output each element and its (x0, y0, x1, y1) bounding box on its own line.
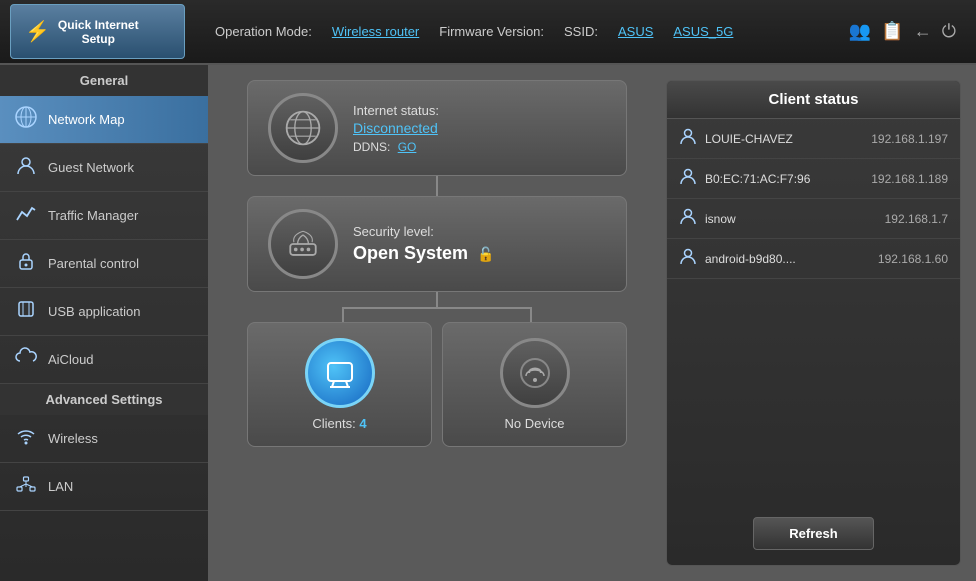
power-icon[interactable]: ⏻ (942, 21, 956, 42)
no-device-label: No Device (505, 416, 565, 431)
quick-setup-icon: ⚡ (25, 19, 50, 44)
refresh-area: Refresh (667, 502, 960, 565)
clients-icon-circle (305, 338, 375, 408)
parental-control-icon (14, 250, 38, 277)
client-avatar-icon (679, 167, 697, 190)
router-card-text: Security level: Open System 🔓 (353, 224, 495, 264)
router-icon-circle (268, 209, 338, 279)
usb-application-icon (14, 298, 38, 325)
sidebar-item-label-usb-application: USB application (48, 304, 141, 319)
internet-status-value[interactable]: Disconnected (353, 120, 438, 136)
topbar-icons: 👥 📋 ← ⏻ (849, 21, 966, 42)
sidebar-item-label-aicloud: AiCloud (48, 352, 94, 367)
client-ip: 192.168.1.7 (885, 212, 948, 226)
operation-mode-label: Operation Mode: (215, 24, 312, 39)
client-name: LOUIE-CHAVEZ (705, 132, 863, 146)
client-avatar-icon (679, 247, 697, 270)
quick-setup-label: Quick InternetSetup (58, 18, 139, 46)
network-diagram: Internet status: Disconnected DDNS: GO (223, 80, 651, 566)
sidebar-item-label-wireless: Wireless (48, 431, 98, 446)
layout: General Network Map Guest Network Traffi… (0, 65, 976, 581)
guest-network-icon (14, 154, 38, 181)
sidebar: General Network Map Guest Network Traffi… (0, 65, 208, 581)
client-status-title: Client status (667, 81, 960, 119)
client-row[interactable]: android-b9d80.... 192.168.1.60 (667, 239, 960, 279)
client-ip: 192.168.1.189 (871, 172, 948, 186)
ddns-line: DDNS: GO (353, 140, 439, 154)
security-level-label: Security level: (353, 224, 495, 239)
sidebar-item-label-guest-network: Guest Network (48, 160, 134, 175)
client-avatar-icon (679, 127, 697, 150)
copy-icon[interactable]: 📋 (881, 21, 903, 42)
internet-status-label: Internet status: (353, 103, 439, 118)
client-name: B0:EC:71:AC:F7:96 (705, 172, 863, 186)
client-name: android-b9d80.... (705, 252, 870, 266)
client-status-panel: Client status LOUIE-CHAVEZ 192.168.1.197… (666, 80, 961, 566)
no-device-icon-circle (500, 338, 570, 408)
sidebar-item-label-network-map: Network Map (48, 112, 125, 127)
sidebar-item-label-parental-control: Parental control (48, 256, 139, 271)
lan-icon (14, 473, 38, 500)
internet-card[interactable]: Internet status: Disconnected DDNS: GO (247, 80, 627, 176)
router-card[interactable]: Security level: Open System 🔓 (247, 196, 627, 292)
internet-icon-circle (268, 93, 338, 163)
internet-card-text: Internet status: Disconnected DDNS: GO (353, 103, 439, 154)
ssid-asus-link[interactable]: ASUS (618, 24, 653, 39)
sidebar-item-usb-application[interactable]: USB application (0, 288, 208, 336)
network-map-icon (14, 106, 38, 133)
connector-top (436, 176, 438, 196)
sidebar-item-label-traffic-manager: Traffic Manager (48, 208, 138, 223)
ssid-label: SSID: (564, 24, 598, 39)
client-ip: 192.168.1.197 (871, 132, 948, 146)
bottom-cards: Clients: 4 No Device (247, 322, 627, 447)
firmware-label: Firmware Version: (439, 24, 544, 39)
aicloud-icon (14, 346, 38, 373)
client-name: isnow (705, 212, 877, 226)
clients-count: 4 (359, 416, 366, 431)
traffic-manager-icon (14, 202, 38, 229)
sidebar-item-wireless[interactable]: Wireless (0, 415, 208, 463)
ssid-5g-link[interactable]: ASUS_5G (673, 24, 733, 39)
client-row[interactable]: B0:EC:71:AC:F7:96 192.168.1.189 (667, 159, 960, 199)
open-system-value: Open System 🔓 (353, 243, 495, 264)
advanced-section-label: Advanced Settings (0, 384, 208, 415)
topbar: ⚡ Quick InternetSetup Operation Mode: Wi… (0, 0, 976, 65)
sidebar-item-network-map[interactable]: Network Map (0, 96, 208, 144)
back-icon[interactable]: ← (914, 21, 932, 42)
quick-setup-button[interactable]: ⚡ Quick InternetSetup (10, 4, 185, 59)
sidebar-item-label-lan: LAN (48, 479, 73, 494)
client-avatar-icon (679, 207, 697, 230)
clients-label: Clients: 4 (312, 416, 366, 431)
refresh-button[interactable]: Refresh (753, 517, 873, 550)
general-section-label: General (0, 65, 208, 96)
wireless-icon (14, 425, 38, 452)
sidebar-item-aicloud[interactable]: AiCloud (0, 336, 208, 384)
sidebar-item-lan[interactable]: LAN (0, 463, 208, 511)
topbar-info: Operation Mode: Wireless router Firmware… (185, 24, 849, 39)
operation-mode-value[interactable]: Wireless router (332, 24, 419, 39)
client-row[interactable]: LOUIE-CHAVEZ 192.168.1.197 (667, 119, 960, 159)
ddns-label: DDNS: (353, 140, 390, 154)
client-ip: 192.168.1.60 (878, 252, 948, 266)
users-icon[interactable]: 👥 (849, 21, 871, 42)
client-row[interactable]: isnow 192.168.1.7 (667, 199, 960, 239)
main-content: Internet status: Disconnected DDNS: GO (208, 65, 976, 581)
no-device-card[interactable]: No Device (442, 322, 627, 447)
lock-icon: 🔓 (477, 246, 494, 262)
sidebar-item-guest-network[interactable]: Guest Network (0, 144, 208, 192)
sidebar-item-parental-control[interactable]: Parental control (0, 240, 208, 288)
branch-connector (247, 292, 627, 322)
ddns-go-link[interactable]: GO (398, 140, 417, 154)
clients-card[interactable]: Clients: 4 (247, 322, 432, 447)
sidebar-item-traffic-manager[interactable]: Traffic Manager (0, 192, 208, 240)
